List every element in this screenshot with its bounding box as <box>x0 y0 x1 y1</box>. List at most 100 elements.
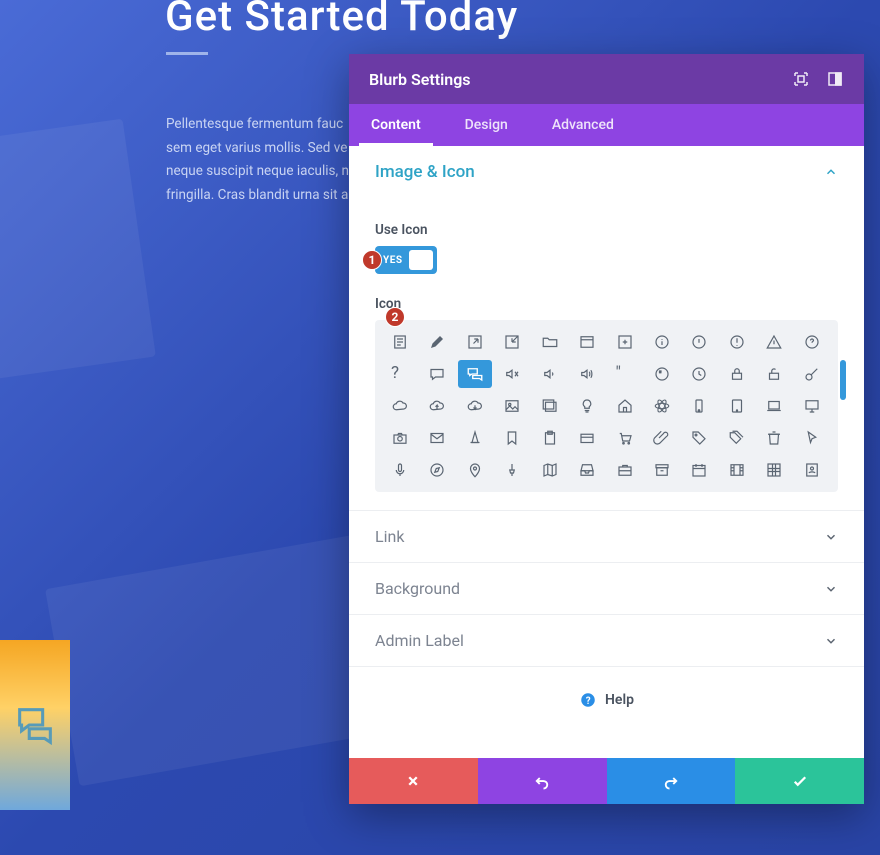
icon-tablet[interactable] <box>720 392 754 420</box>
undo-icon <box>533 772 551 790</box>
save-button[interactable] <box>735 758 864 804</box>
icon-volume-mute[interactable] <box>495 360 529 388</box>
icon-clipboard[interactable] <box>533 424 567 452</box>
preview-blurb <box>0 640 70 810</box>
close-icon <box>404 772 422 790</box>
icon-pin[interactable] <box>458 456 492 484</box>
tab-design[interactable]: Design <box>443 104 530 146</box>
icon-film[interactable] <box>720 456 754 484</box>
icon-cursor[interactable] <box>795 424 829 452</box>
icon-calendar[interactable] <box>682 456 716 484</box>
icon-tags[interactable] <box>720 424 754 452</box>
chevron-down-icon <box>824 582 838 596</box>
tabs: Content Design Advanced <box>349 104 864 146</box>
scrollbar-thumb[interactable] <box>840 360 846 400</box>
icon-briefcase[interactable] <box>608 456 642 484</box>
icon-chat[interactable] <box>420 360 454 388</box>
redo-button[interactable] <box>607 758 736 804</box>
icon-bulb[interactable] <box>570 392 604 420</box>
icon-guitar[interactable] <box>795 360 829 388</box>
icon-folder[interactable] <box>533 328 567 356</box>
icon-alert-circle[interactable] <box>682 328 716 356</box>
icon-bookmark[interactable] <box>495 424 529 452</box>
footer <box>349 758 864 804</box>
section-title: Admin Label <box>375 631 464 650</box>
icon-credit-card[interactable] <box>570 424 604 452</box>
icon-home[interactable] <box>608 392 642 420</box>
icon-cloud[interactable] <box>383 392 417 420</box>
icon-mic[interactable] <box>383 456 417 484</box>
icon-trash[interactable] <box>757 424 791 452</box>
icon-pencil[interactable] <box>420 328 454 356</box>
icon-cloud-down[interactable] <box>458 392 492 420</box>
section-link[interactable]: Link <box>349 511 864 562</box>
help-label: Help <box>605 692 634 708</box>
icon-cloud-up[interactable] <box>420 392 454 420</box>
icon-grid[interactable] <box>757 456 791 484</box>
icon-document[interactable] <box>383 328 417 356</box>
help-row[interactable]: ? Help <box>349 667 864 733</box>
section-title: Background <box>375 579 460 598</box>
modal-header: Blurb Settings <box>349 54 864 104</box>
icon-paperclip[interactable] <box>645 424 679 452</box>
icon-mail[interactable] <box>420 424 454 452</box>
icon-info[interactable] <box>645 328 679 356</box>
modal-title: Blurb Settings <box>369 70 776 89</box>
section-admin-label[interactable]: Admin Label <box>349 615 864 666</box>
blurb-settings-modal: Blurb Settings Content Design Advanced I… <box>349 54 864 804</box>
toggle-handle <box>409 250 433 270</box>
icon-atom[interactable] <box>645 392 679 420</box>
icon-window[interactable] <box>570 328 604 356</box>
section-background[interactable]: Background <box>349 563 864 614</box>
icon-images[interactable] <box>533 392 567 420</box>
panel: Image & Icon Use Icon 1 YES Icon <box>349 146 864 758</box>
icon-inbox[interactable] <box>570 456 604 484</box>
icon-camera[interactable] <box>383 424 417 452</box>
svg-text:": " <box>659 369 661 378</box>
icon-volume-low[interactable] <box>533 360 567 388</box>
icon-chats-selected[interactable]: 2 <box>458 360 492 388</box>
icon-phone[interactable] <box>682 392 716 420</box>
icon-cart[interactable] <box>608 424 642 452</box>
svg-text:?: ? <box>586 696 591 707</box>
redo-icon <box>662 772 680 790</box>
icon-laptop[interactable] <box>757 392 791 420</box>
icon-archive[interactable] <box>645 456 679 484</box>
check-icon <box>791 772 809 790</box>
icon-quote-circle[interactable]: " <box>645 360 679 388</box>
snap-right-icon[interactable] <box>826 70 844 88</box>
icon-map[interactable] <box>533 456 567 484</box>
icon-lock[interactable] <box>720 360 754 388</box>
icon-pushpin[interactable] <box>495 456 529 484</box>
cancel-button[interactable] <box>349 758 478 804</box>
expand-icon[interactable] <box>792 70 810 88</box>
icon-tag[interactable] <box>682 424 716 452</box>
marker-2: 2 <box>385 307 405 327</box>
icon-help-circle[interactable] <box>795 328 829 356</box>
icon-question[interactable]: ? <box>383 360 417 388</box>
icon-error-circle[interactable] <box>720 328 754 356</box>
icon-volume-high[interactable] <box>570 360 604 388</box>
icon-add-box[interactable] <box>608 328 642 356</box>
icon-grid: ? 2 " " <box>375 320 838 492</box>
bg-shape <box>45 534 395 787</box>
icon-arrow-out[interactable] <box>458 328 492 356</box>
use-icon-toggle[interactable]: 1 YES <box>375 246 437 274</box>
tab-content[interactable]: Content <box>349 104 443 146</box>
icon-arrow-in[interactable] <box>495 328 529 356</box>
icon-unlock[interactable] <box>757 360 791 388</box>
body-text: Pellentesque fermentum fauc sem eget var… <box>166 113 366 208</box>
undo-button[interactable] <box>478 758 607 804</box>
icon-desktop[interactable] <box>795 392 829 420</box>
icon-compass[interactable] <box>420 456 454 484</box>
chevron-down-icon <box>824 634 838 648</box>
section-image-icon[interactable]: Image & Icon <box>349 146 864 198</box>
icon-warning-triangle[interactable] <box>757 328 791 356</box>
icon-cone[interactable] <box>458 424 492 452</box>
icon-quote[interactable]: " <box>608 360 642 388</box>
icon-clock[interactable] <box>682 360 716 388</box>
tab-advanced[interactable]: Advanced <box>530 104 636 146</box>
icon-contacts[interactable] <box>795 456 829 484</box>
page-title: Get Started Today <box>165 0 518 41</box>
icon-image[interactable] <box>495 392 529 420</box>
